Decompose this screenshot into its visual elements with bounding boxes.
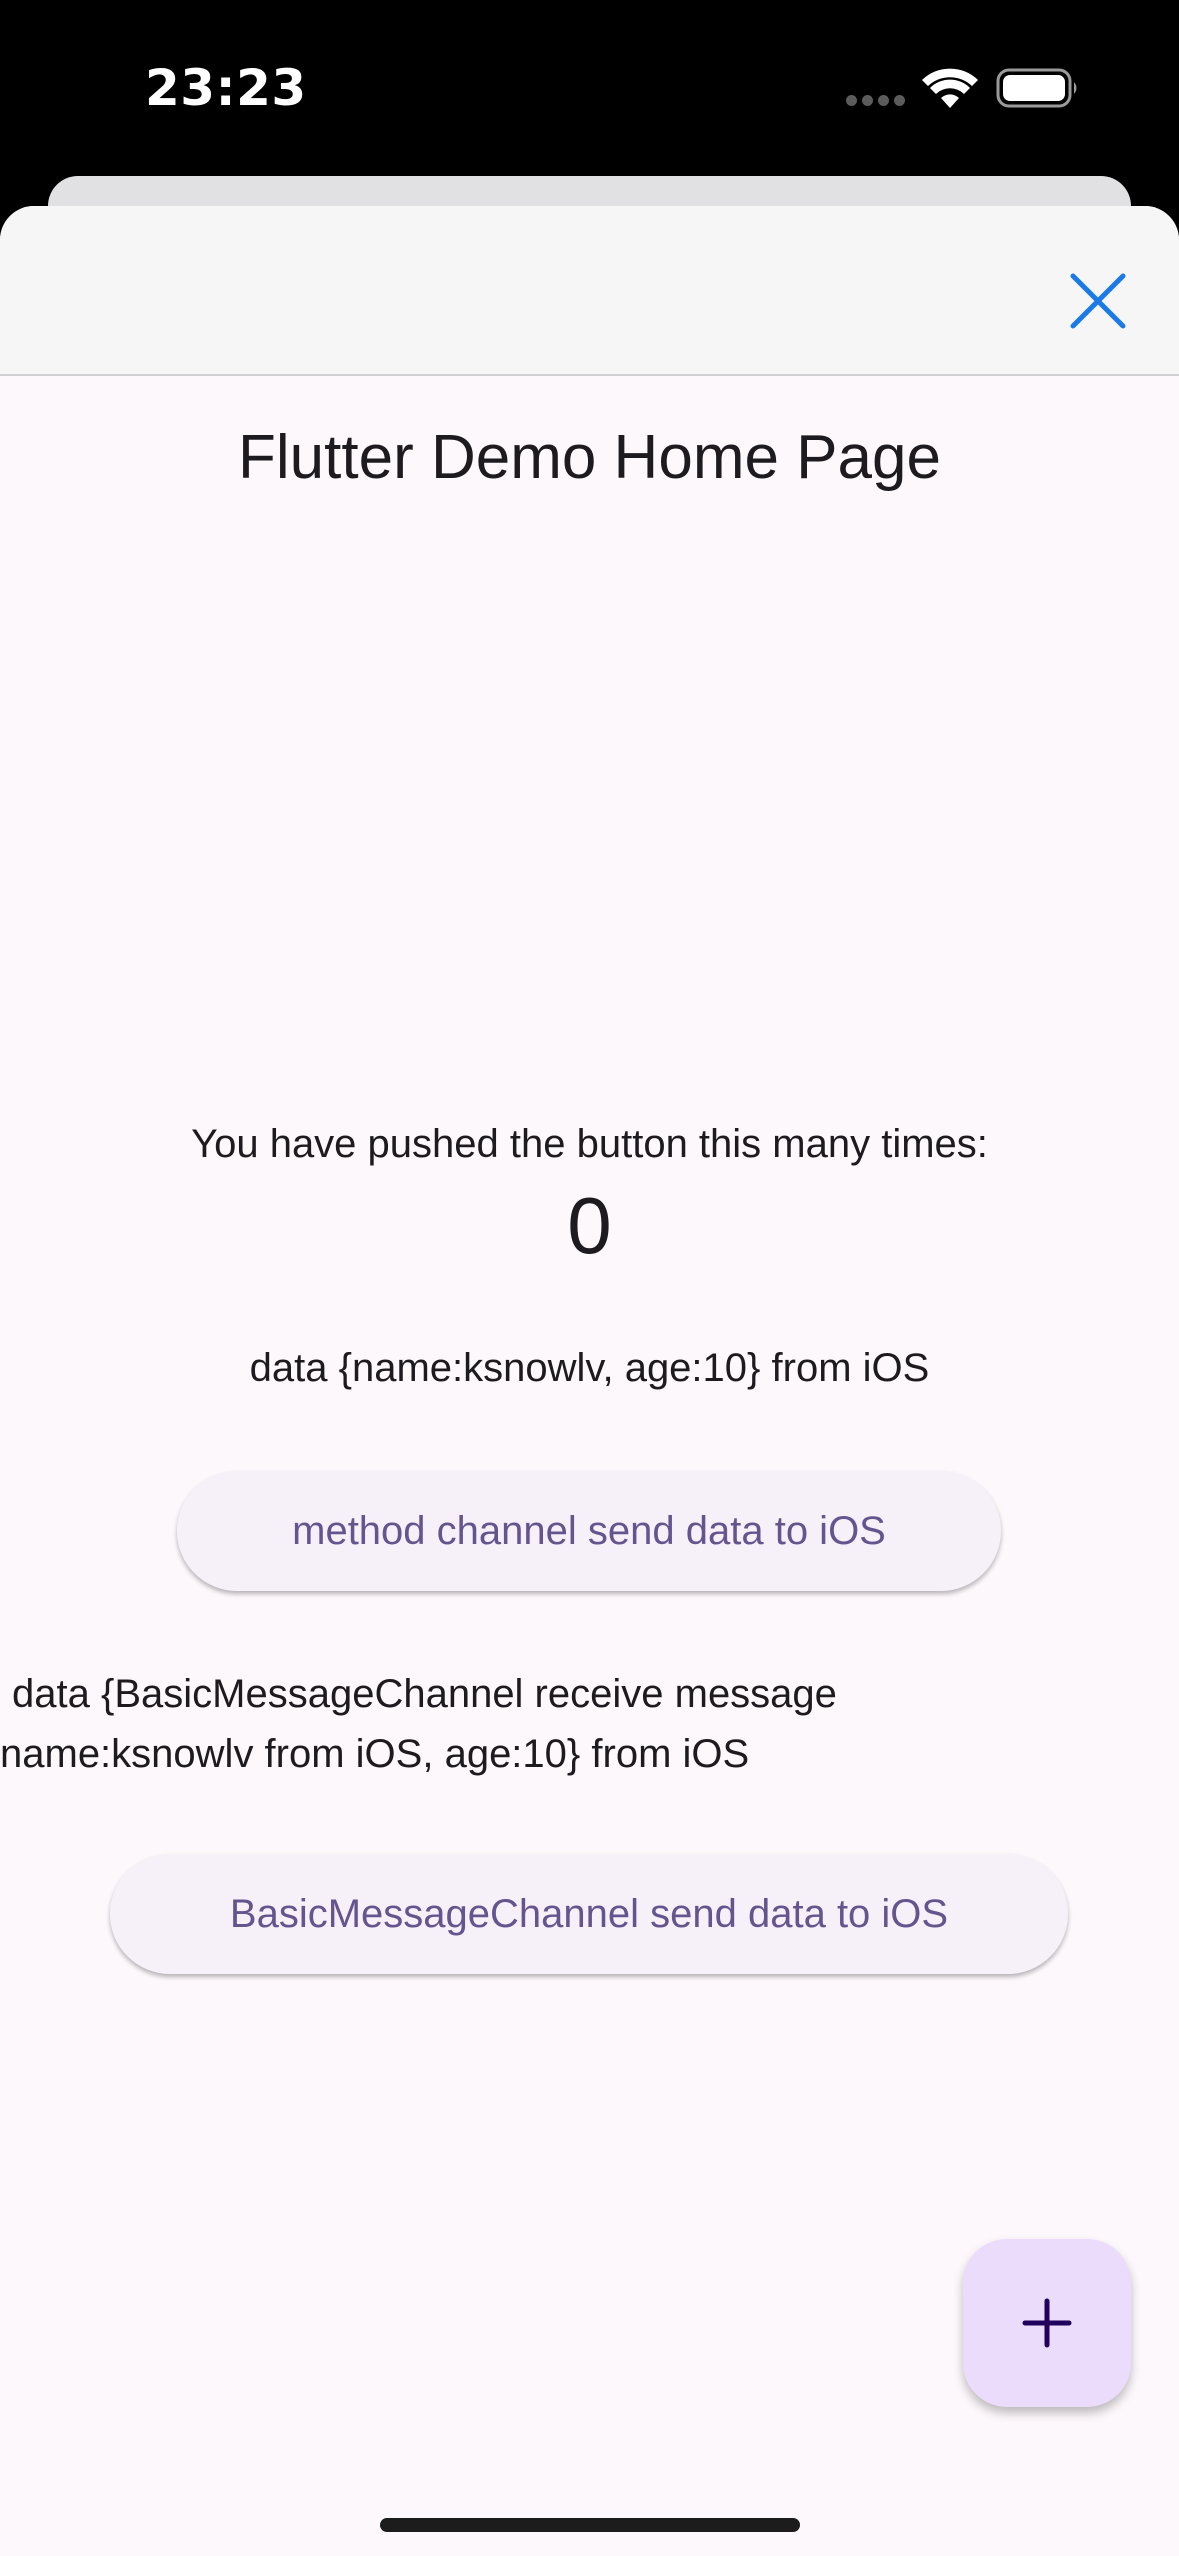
plus-icon	[1022, 2298, 1072, 2348]
basic-channel-data-line1: data {BasicMessageChannel receive messag…	[12, 1672, 837, 1716]
method-channel-data-text: data {name:ksnowlv, age:10} from iOS	[249, 1346, 930, 1390]
close-button[interactable]	[1058, 261, 1138, 341]
counter-label: You have pushed the button this many tim…	[191, 1122, 988, 1166]
battery-icon	[996, 68, 1077, 108]
cellular-dots-icon	[846, 95, 905, 106]
status-time: 23:23	[145, 59, 307, 117]
basic-channel-data-text: data {BasicMessageChannel receive messag…	[0, 1664, 1098, 1784]
increment-fab[interactable]	[963, 2239, 1131, 2407]
wifi-icon	[922, 68, 978, 108]
home-indicator	[380, 2518, 800, 2532]
page-title: Flutter Demo Home Page	[238, 423, 941, 492]
method-channel-send-button[interactable]: method channel send data to iOS	[177, 1471, 1001, 1591]
basic-message-channel-send-button[interactable]: BasicMessageChannel send data to iOS	[110, 1854, 1068, 1974]
close-icon	[1070, 273, 1126, 329]
counter-value: 0	[567, 1181, 612, 1270]
basic-channel-data-line2: name:ksnowlv from iOS, age:10} from iOS	[0, 1732, 750, 1776]
status-bar: 23:23	[0, 0, 1179, 176]
modal-sheet: Flutter Demo Home Page You have pushed t…	[0, 206, 1179, 2556]
sheet-navigation-bar	[0, 206, 1179, 376]
